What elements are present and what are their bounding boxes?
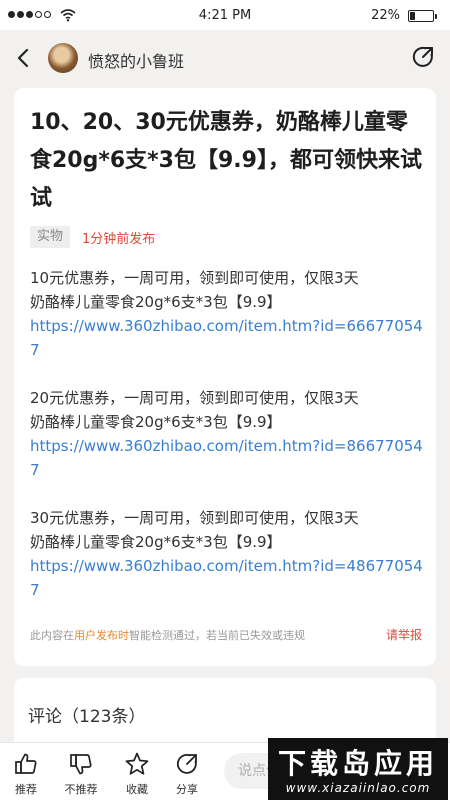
share-circle-icon[interactable]: [410, 44, 436, 70]
coupon-description: 30元优惠券，一周可用，领到即可使用，仅限3天: [30, 509, 359, 527]
disclaimer-suffix: 智能检测通过，若当前已失效或违规: [129, 629, 305, 642]
content-disclaimer: 此内容在用户发布时智能检测通过，若当前已失效或违规: [30, 627, 305, 643]
status-bar: 4:21 PM 22%: [0, 0, 450, 30]
coupon-link[interactable]: https://www.360zhibao.com/item.htm?id=86…: [30, 434, 430, 482]
coupon-block: 30元优惠券，一周可用，领到即可使用，仅限3天 奶酪棒儿童零食20g*6支*3包…: [30, 506, 430, 602]
dislike-label: 不推荐: [64, 783, 98, 796]
coupon-description: 10元优惠券，一周可用，领到即可使用，仅限3天: [30, 269, 359, 287]
author-avatar[interactable]: [48, 43, 78, 73]
share-button[interactable]: 分享: [162, 751, 212, 797]
star-icon: [125, 752, 149, 775]
coupon-product: 奶酪棒儿童零食20g*6支*3包【9.9】: [30, 413, 282, 431]
like-label: 推荐: [15, 783, 37, 796]
report-link[interactable]: 请举报: [386, 626, 422, 643]
post-card: 10、20、30元优惠券，奶酪棒儿童零食20g*6支*3包【9.9】，都可领快来…: [14, 88, 436, 666]
author-name[interactable]: 愤怒的小鲁班: [88, 48, 184, 72]
coupon-block: 10元优惠券，一周可用，领到即可使用，仅限3天 奶酪棒儿童零食20g*6支*3包…: [30, 266, 430, 362]
coupon-link[interactable]: https://www.360zhibao.com/item.htm?id=48…: [30, 554, 430, 602]
chevron-left-icon[interactable]: [10, 44, 38, 72]
coupon-description: 20元优惠券，一周可用，领到即可使用，仅限3天: [30, 389, 359, 407]
category-tag: 实物: [30, 226, 71, 248]
thumbs-up-icon: [15, 753, 37, 774]
battery-level-fill: [410, 12, 415, 20]
post-title: 10、20、30元优惠券，奶酪棒儿童零食20g*6支*3包【9.9】，都可领快来…: [30, 110, 422, 211]
nav-bar: 愤怒的小鲁班: [0, 30, 450, 86]
coupon-product: 奶酪棒儿童零食20g*6支*3包【9.9】: [30, 293, 282, 311]
like-button[interactable]: 推荐: [1, 751, 51, 797]
favorite-button[interactable]: 收藏: [112, 751, 162, 797]
site-watermark: 下载岛应用 www.xiazaiinlao.com: [268, 738, 448, 800]
dislike-button[interactable]: 不推荐: [56, 751, 106, 797]
publish-time: 1分钟前发布: [82, 232, 156, 247]
coupon-block: 20元优惠券，一周可用，领到即可使用，仅限3天 奶酪棒儿童零食20g*6支*3包…: [30, 386, 430, 482]
comments-title: 评论（123条）: [28, 707, 146, 727]
disclaimer-highlight: 用户发布时: [74, 629, 129, 642]
watermark-title: 下载岛应用: [277, 747, 438, 780]
battery-icon: [408, 10, 437, 22]
coupon-link[interactable]: https://www.360zhibao.com/item.htm?id=66…: [30, 314, 430, 362]
thumbs-down-icon: [70, 754, 92, 775]
favorite-label: 收藏: [126, 783, 148, 796]
share-icon: [176, 754, 197, 774]
coupon-product: 奶酪棒儿童零食20g*6支*3包【9.9】: [30, 533, 282, 551]
share-label: 分享: [176, 783, 198, 796]
disclaimer-prefix: 此内容在: [30, 629, 74, 642]
watermark-url: www.xiazaiinlao.com: [285, 781, 431, 795]
battery-percent: 22%: [371, 8, 400, 23]
